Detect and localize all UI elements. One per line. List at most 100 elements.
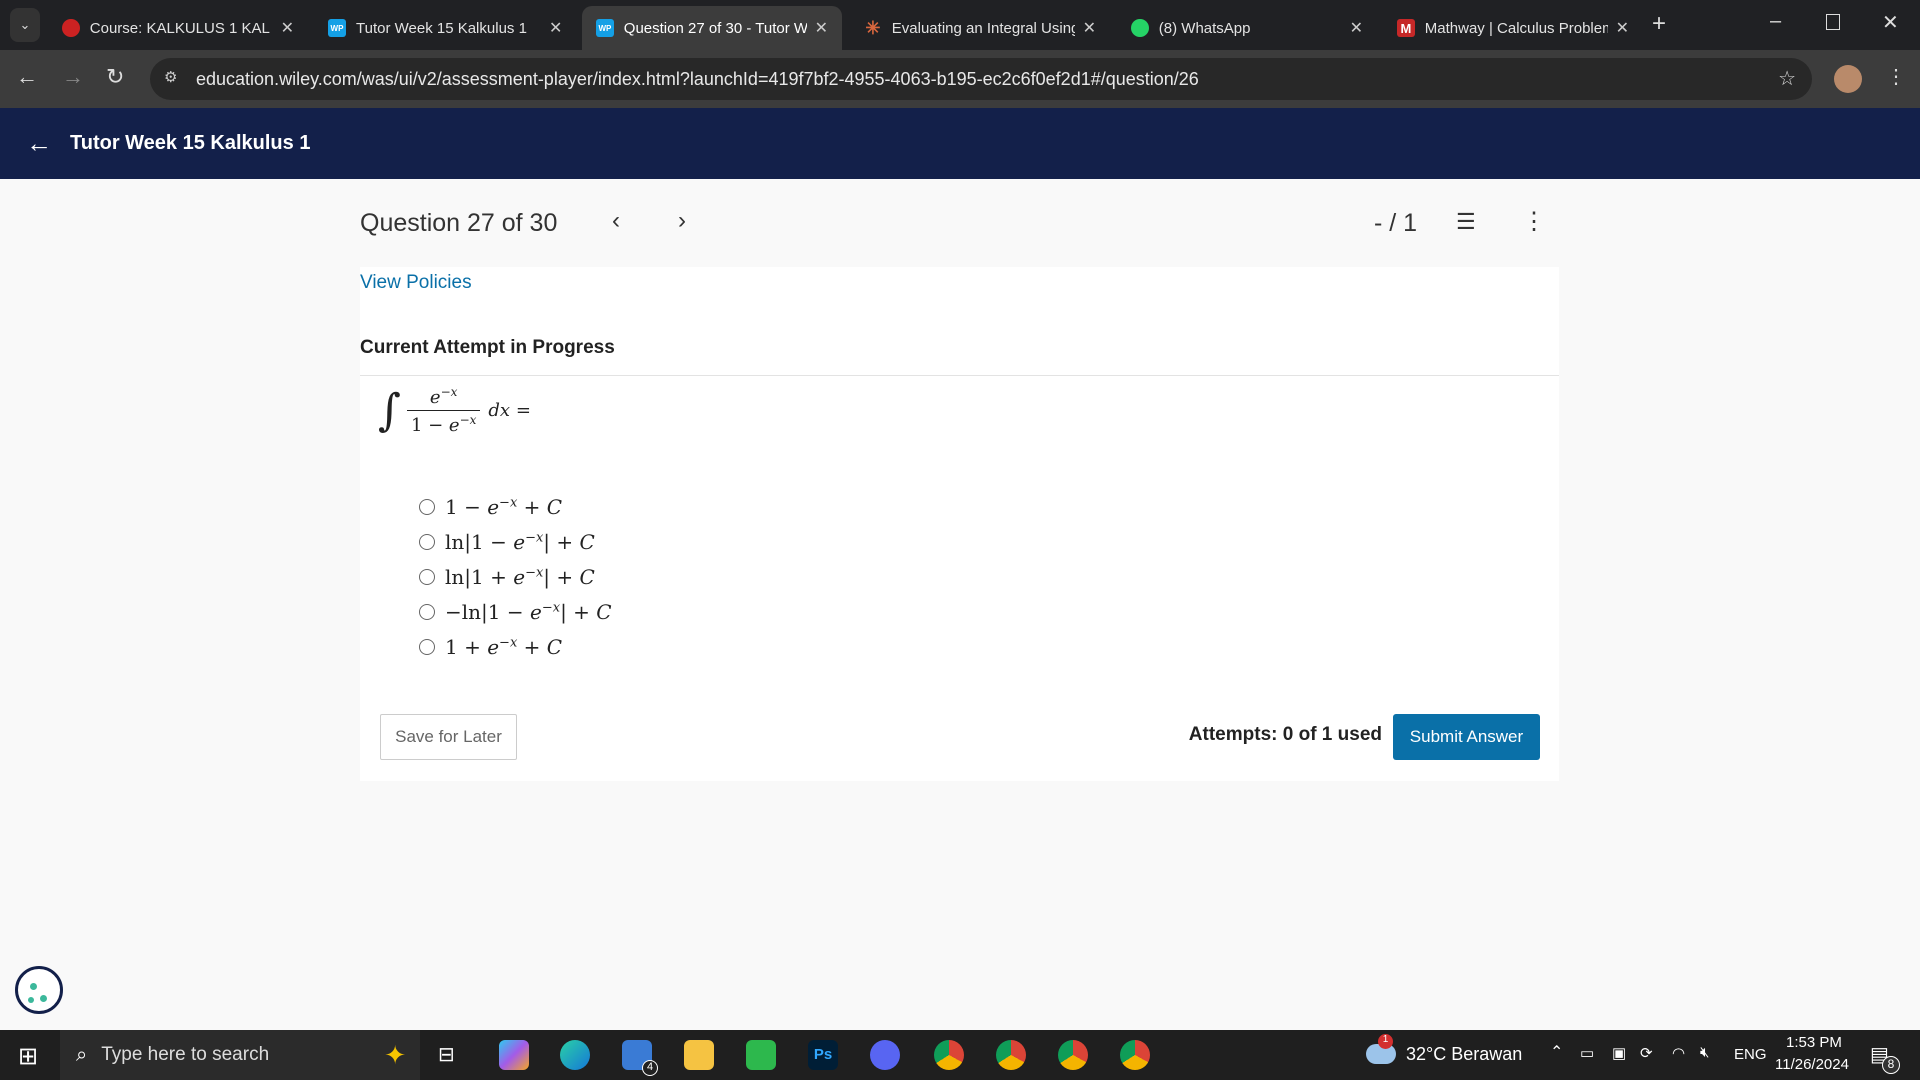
chrome-icon[interactable] [1120,1040,1150,1070]
tab-title: Question 27 of 30 - Tutor W [623,19,807,37]
tab-tutor-week[interactable]: WP Tutor Week 15 Kalkulus 1 ✕ [314,6,578,50]
taskbar: ⊞ ⌕ Type here to search ✦ ⊟ 4 Ps 1 32°C … [0,1030,1920,1080]
copilot-sparkle-icon: ✦ [384,1039,406,1070]
show-hidden-icons-chevron[interactable]: ⌃ [1550,1042,1563,1062]
site-settings-icon[interactable]: ⚙ [164,68,177,86]
answer-option[interactable]: 1 − e−x + C [419,495,562,519]
windows-start-icon[interactable]: ⊞ [18,1042,38,1071]
notes-app-icon[interactable] [746,1040,776,1070]
photoshop-icon[interactable]: Ps [808,1040,838,1070]
search-placeholder: Type here to search [101,1044,270,1065]
clock-time[interactable]: 1:53 PM [1786,1034,1842,1051]
tab-whatsapp[interactable]: (8) WhatsApp ✕ [1117,6,1377,50]
minimize-button[interactable]: – [1770,10,1781,33]
file-explorer-icon[interactable] [684,1040,714,1070]
radio-button[interactable] [419,569,435,585]
copilot-app-icon[interactable] [499,1040,529,1070]
chrome-icon[interactable] [934,1040,964,1070]
answer-option[interactable]: ln|1 − e−x| + C [419,530,595,554]
answer-option[interactable]: ln|1 + e−x| + C [419,565,595,589]
task-view-icon[interactable]: ⊟ [438,1042,455,1067]
mathway-icon: M [1397,19,1415,37]
previous-question-chevron-icon[interactable]: ‹ [612,207,620,235]
url-input[interactable]: ⚙ education.wiley.com/was/ui/v2/assessme… [150,58,1812,100]
university-logo-icon [62,19,80,37]
back-arrow-icon[interactable]: ← [26,128,52,159]
question-formula: ∫ e−x 1 − e−x dx = [378,385,531,436]
edge-icon[interactable] [560,1040,590,1070]
clock-date[interactable]: 11/26/2024 [1775,1056,1849,1073]
tab-course[interactable]: Course: KALKULUS 1 KAL 3 ✕ [48,6,308,50]
chrome-icon[interactable] [1058,1040,1088,1070]
radio-button[interactable] [419,604,435,620]
browser-menu-icon[interactable]: ⋮ [1886,64,1906,89]
close-window-button[interactable]: ✕ [1882,10,1899,35]
close-icon[interactable]: ✕ [1350,18,1363,38]
reload-icon[interactable]: ↻ [106,64,124,90]
option-text: ln|1 + e−x| + C [445,565,595,589]
answer-option[interactable]: 1 + e−x + C [419,635,562,659]
option-text: 1 + e−x + C [445,635,563,659]
option-text: ln|1 − e−x| + C [445,530,595,554]
cookie-settings-icon[interactable] [15,966,63,1014]
sync-icon[interactable]: ⟳ [1640,1044,1653,1062]
tab-bar: ⌄ Course: KALKULUS 1 KAL 3 ✕ WP Tutor Week… [0,0,1920,50]
forward-icon[interactable]: → [62,64,84,90]
tab-title: Course: KALKULUS 1 KAL 3 [89,19,273,37]
mail-icon[interactable]: 4 [622,1040,658,1076]
option-text: −ln|1 − e−x| + C [445,600,612,624]
tab-question[interactable]: WP Question 27 of 30 - Tutor W ✕ [582,6,842,50]
weather-text[interactable]: 32°C Berawan [1406,1044,1522,1065]
answer-option[interactable]: −ln|1 − e−x| + C [419,600,612,624]
question-label: Question 27 of 30 [360,209,558,237]
more-options-icon[interactable]: ⋮ [1522,207,1546,236]
wifi-icon[interactable]: ◠ [1672,1044,1685,1062]
whatsapp-icon [1131,19,1149,37]
close-icon[interactable]: ✕ [549,18,562,38]
bookmark-star-icon[interactable]: ☆ [1778,66,1796,91]
battery-icon[interactable]: ▭ [1580,1044,1594,1062]
attempts-counter: Attempts: 0 of 1 used [1188,724,1382,745]
tab-evaluating[interactable]: ✳ Evaluating an Integral Using ✕ [850,6,1110,50]
course-header: ← Tutor Week 15 Kalkulus 1 [0,108,1920,179]
restore-button[interactable] [1826,14,1840,30]
profile-avatar[interactable] [1834,65,1862,93]
volume-muted-icon[interactable]: 🔇︎ [1700,1044,1709,1061]
tab-title: Tutor Week 15 Kalkulus 1 [356,19,527,37]
attempt-heading: Current Attempt in Progress [360,337,615,358]
tab-title: Evaluating an Integral Using [891,19,1075,37]
wp-icon: WP [596,19,614,37]
submit-answer-button[interactable]: Submit Answer [1393,714,1540,760]
weather-icon[interactable]: 1 [1366,1034,1396,1064]
new-tab-button[interactable]: + [1652,10,1666,38]
close-icon[interactable]: ✕ [1083,18,1096,38]
close-icon[interactable]: ✕ [815,18,828,38]
tab-search-button[interactable]: ⌄ [10,8,40,42]
url-text: education.wiley.com/was/ui/v2/assessment… [196,68,1199,89]
back-icon[interactable]: ← [16,64,38,90]
next-question-chevron-icon[interactable]: › [678,207,686,235]
question-list-icon[interactable]: ☰ [1456,209,1476,235]
language-indicator[interactable]: ENG [1734,1046,1767,1063]
option-text: 1 − e−x + C [445,495,563,519]
radio-button[interactable] [419,639,435,655]
save-for-later-button[interactable]: Save for Later [380,714,517,760]
question-panel: View Policies Current Attempt in Progres… [360,267,1559,781]
claude-icon: ✳ [865,17,881,38]
score: - / 1 [1374,209,1418,237]
wp-icon: WP [328,19,346,37]
taskbar-search-box[interactable]: ⌕ Type here to search ✦ [60,1030,420,1080]
view-policies-link[interactable]: View Policies [360,272,472,294]
radio-button[interactable] [419,499,435,515]
question-nav-row: Question 27 of 30 ‹ › - / 1 ☰ ⋮ [0,179,1920,267]
radio-button[interactable] [419,534,435,550]
discord-icon[interactable] [870,1040,900,1070]
camera-icon[interactable]: ▣ [1612,1044,1626,1062]
course-title: Tutor Week 15 Kalkulus 1 [70,132,311,154]
close-icon[interactable]: ✕ [1616,18,1629,38]
search-icon: ⌕ [76,1043,88,1066]
tab-mathway[interactable]: M Mathway | Calculus Problem ✕ [1383,6,1643,50]
chrome-icon[interactable] [996,1040,1026,1070]
close-icon[interactable]: ✕ [281,18,294,38]
address-bar-row: ← → ↻ ⚙ education.wiley.com/was/ui/v2/as… [0,50,1920,108]
